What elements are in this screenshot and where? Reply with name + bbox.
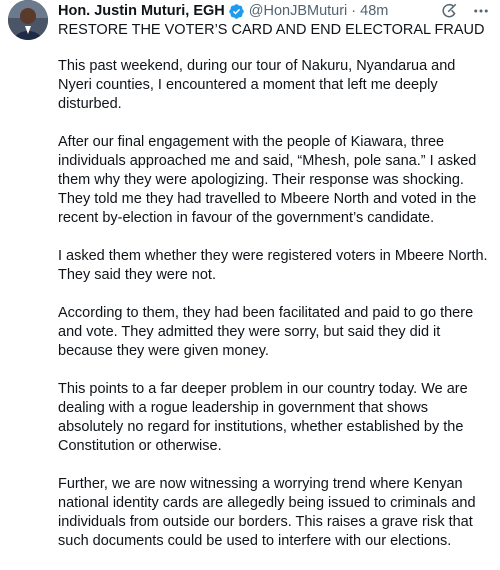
avatar[interactable] (8, 0, 48, 40)
post-paragraph: Further, we are now witnessing a worryin… (58, 476, 476, 549)
post-time[interactable]: 48m (360, 3, 388, 19)
author-name[interactable]: Hon. Justin Muturi, EGH (58, 3, 225, 19)
separator-dot: · (351, 3, 357, 19)
post-title: RESTORE THE VOTER’S CARD AND END ELECTOR… (58, 22, 485, 38)
grok-icon[interactable] (440, 2, 458, 20)
post-paragraph: This past weekend, during our tour of Na… (58, 58, 456, 112)
post-paragraph: I asked them whether they were registere… (58, 248, 488, 283)
author-handle[interactable]: @HonJBMuturi (249, 3, 348, 19)
tweet: Hon. Justin Muturi, EGH @HonJBMuturi · 4… (0, 0, 500, 549)
post-paragraph: This points to a far deeper problem in o… (58, 381, 468, 454)
header-actions (440, 2, 490, 20)
post-paragraph: After our final engagement with the peop… (58, 134, 477, 226)
more-icon[interactable] (472, 2, 490, 20)
tweet-header: Hon. Justin Muturi, EGH @HonJBMuturi · 4… (58, 1, 490, 21)
post-body: This past weekend, during our tour of Na… (58, 57, 488, 570)
post-paragraph: According to them, they had been facilit… (58, 305, 474, 359)
verified-badge-icon (228, 3, 245, 20)
